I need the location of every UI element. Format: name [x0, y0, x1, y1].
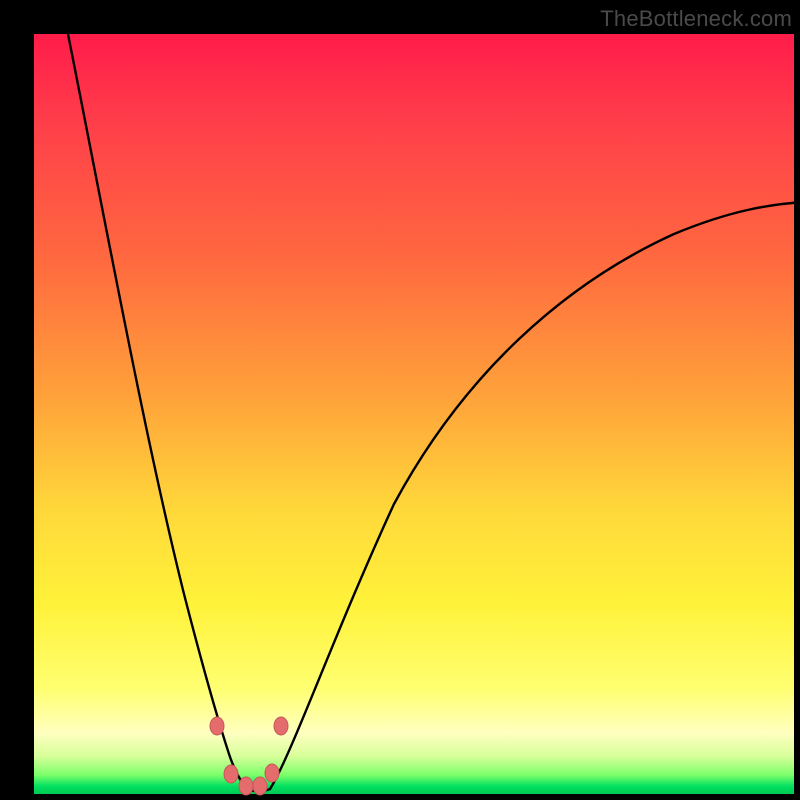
plot-area [34, 34, 794, 794]
outer-frame: TheBottleneck.com [0, 0, 800, 800]
marker-dot [210, 717, 224, 735]
marker-dot [239, 777, 253, 795]
marker-dot [253, 777, 267, 795]
left-curve [64, 14, 248, 789]
right-curve [270, 202, 800, 789]
chart-svg [34, 34, 794, 794]
marker-dot [224, 765, 238, 783]
marker-dot [265, 764, 279, 782]
watermark-text: TheBottleneck.com [600, 6, 792, 32]
markers [210, 717, 288, 795]
marker-dot [274, 717, 288, 735]
